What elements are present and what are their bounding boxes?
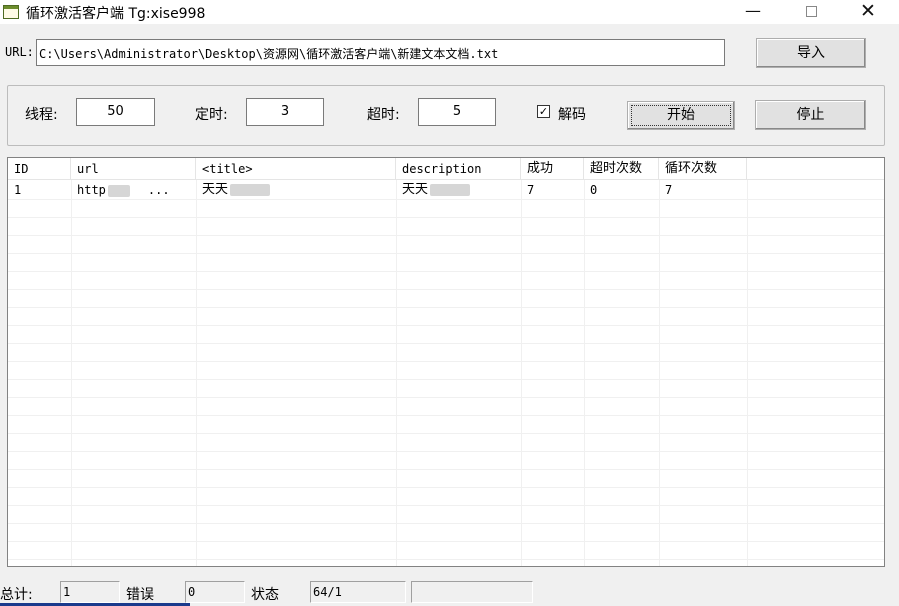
cell-description-text: 天天: [402, 182, 429, 197]
threads-input[interactable]: 50: [76, 98, 155, 126]
col-header-url[interactable]: url: [71, 158, 196, 180]
title-bar: 循环激活客户端 Tg:xise998 — ✕: [0, 0, 899, 24]
grid-col-line: [521, 180, 522, 566]
grid-row-line: [8, 559, 884, 560]
state-value: 64/1: [310, 581, 406, 603]
start-button[interactable]: 开始: [627, 101, 735, 130]
table-header: ID url <title> description 成功 超时次数 循环次数: [8, 158, 884, 180]
redacted-mark: [107, 184, 130, 197]
grid-row-line: [8, 307, 884, 308]
grid-row-line: [8, 451, 884, 452]
import-button[interactable]: 导入: [756, 38, 866, 68]
grid-row-line: [8, 397, 884, 398]
decode-label: 解码: [558, 107, 586, 123]
cell-url: http...: [71, 181, 196, 199]
col-header-loops[interactable]: 循环次数: [659, 158, 747, 180]
cell-loops: 7: [665, 183, 673, 197]
timeout-label: 超时:: [367, 107, 400, 123]
stop-button[interactable]: 停止: [755, 100, 866, 130]
grid-row-line: [8, 361, 884, 362]
app-window-icon: [3, 5, 19, 19]
grid-row-line: [8, 343, 884, 344]
error-label: 错误: [126, 587, 154, 603]
grid-col-line: [196, 180, 197, 566]
threads-label: 线程:: [25, 107, 58, 123]
col-header-timeouts[interactable]: 超时次数: [584, 158, 659, 180]
timeout-input[interactable]: 5: [418, 98, 496, 126]
cell-url-tail: ...: [147, 183, 170, 197]
maximize-icon: [805, 6, 817, 17]
close-button[interactable]: ✕: [845, 0, 891, 24]
maximize-button[interactable]: [788, 0, 834, 24]
decode-checkbox[interactable]: ✓: [537, 105, 550, 118]
col-header-success[interactable]: 成功: [521, 158, 584, 180]
grid-row-line: [8, 541, 884, 542]
grid-row-line: [8, 217, 884, 218]
window-title: 循环激活客户端 Tg:xise998: [26, 6, 206, 22]
cell-success: 7: [527, 183, 535, 197]
timer-label: 定时:: [195, 107, 228, 123]
col-header-id[interactable]: ID: [8, 158, 71, 180]
grid-col-line: [396, 180, 397, 566]
grid-row-line: [8, 253, 884, 254]
grid-row-line: [8, 487, 884, 488]
cell-title: 天天: [196, 181, 396, 199]
redacted-mark: [230, 183, 271, 196]
url-label: URL:: [5, 45, 34, 59]
minimize-button[interactable]: —: [730, 0, 776, 24]
grid-row-line: [8, 469, 884, 470]
redacted-mark: [430, 183, 471, 196]
state-label: 状态: [251, 587, 279, 603]
grid-row-line: [8, 289, 884, 290]
timer-input[interactable]: 3: [246, 98, 324, 126]
cell-url-text: http: [77, 183, 106, 197]
grid-col-line: [71, 180, 72, 566]
cell-description: 天天: [396, 181, 521, 199]
cell-title-text: 天天: [202, 182, 229, 197]
grid-row-line: [8, 325, 884, 326]
focus-rect: [631, 105, 731, 126]
cell-id: 1: [14, 183, 22, 197]
grid-row-line: [8, 379, 884, 380]
grid-row-line: [8, 271, 884, 272]
total-value: 1: [60, 581, 120, 603]
url-input[interactable]: C:\Users\Administrator\Desktop\资源网\循环激活客…: [36, 39, 725, 66]
grid-row-line: [8, 523, 884, 524]
results-table[interactable]: ID url <title> description 成功 超时次数 循环次数 …: [7, 157, 885, 567]
grid-row-line: [8, 505, 884, 506]
table-row[interactable]: 1 http... 天天 天天 7 0 7: [8, 181, 884, 199]
col-header-title[interactable]: <title>: [196, 158, 396, 180]
grid-col-line: [584, 180, 585, 566]
grid-col-line: [659, 180, 660, 566]
error-value: 0: [185, 581, 245, 603]
grid-row-line: [8, 415, 884, 416]
grid-row-line: [8, 199, 884, 200]
cell-timeouts: 0: [590, 183, 598, 197]
status-extra-panel: [411, 581, 533, 603]
grid-row-line: [8, 433, 884, 434]
grid-row-line: [8, 235, 884, 236]
total-label: 总计:: [0, 587, 33, 603]
grid-col-line: [747, 180, 748, 566]
col-header-description[interactable]: description: [396, 158, 521, 180]
